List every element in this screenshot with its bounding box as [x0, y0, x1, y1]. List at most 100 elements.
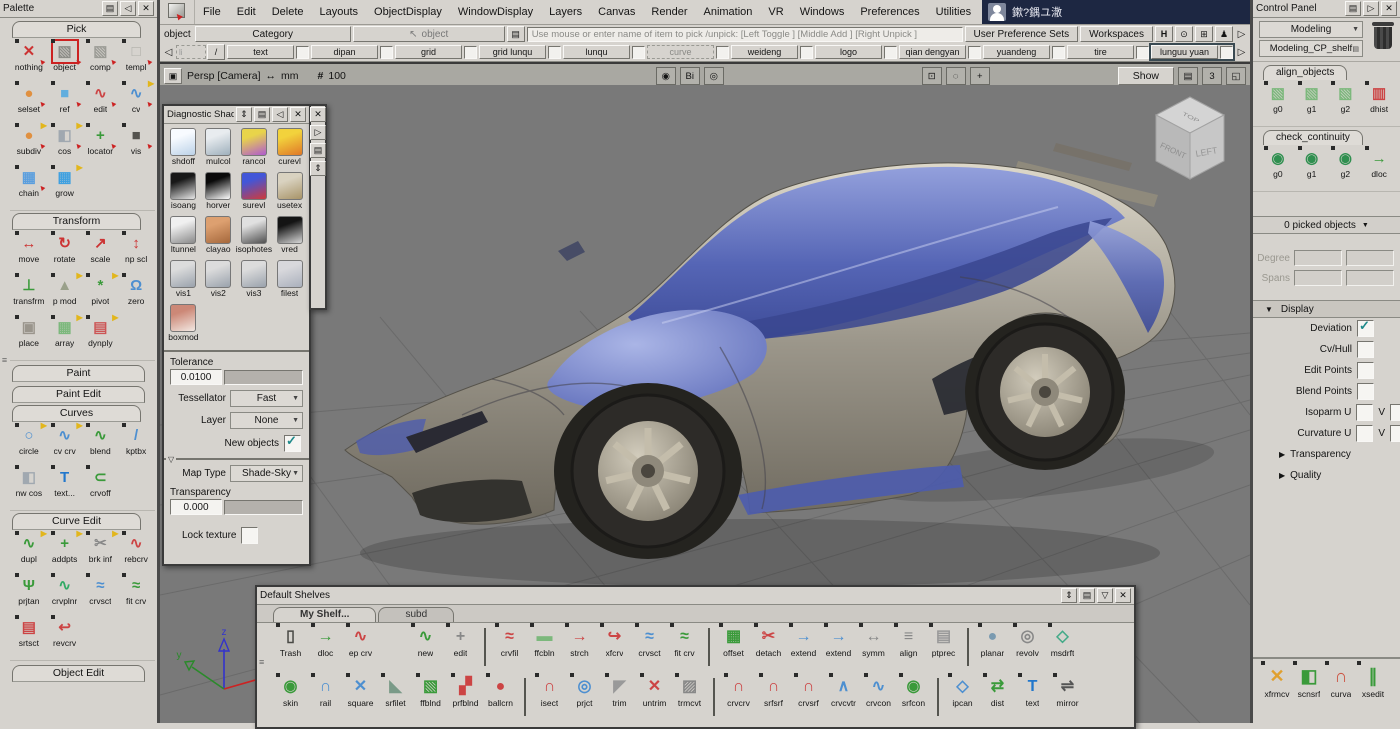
- text-item[interactable]: Ttext...: [47, 467, 83, 508]
- subdiv-item[interactable]: ●▲▶subdiv: [11, 125, 47, 166]
- spans-v-field[interactable]: [1346, 270, 1394, 286]
- shelf-tab-my-shelf[interactable]: My Shelf...: [273, 607, 376, 622]
- degree-v-field[interactable]: [1346, 250, 1394, 266]
- move-item[interactable]: ↔move: [11, 233, 47, 274]
- shelves-titlebar[interactable]: Default Shelves ⇕ ▤ ▽ ✕: [257, 587, 1134, 605]
- grow-item[interactable]: ▦▶grow: [47, 167, 83, 208]
- layer-visibility-checkbox[interactable]: [1052, 46, 1065, 59]
- menu-file[interactable]: File: [195, 2, 229, 22]
- skin-item[interactable]: ◉skin: [273, 675, 308, 719]
- layer-visibility-checkbox[interactable]: [884, 46, 897, 59]
- layer-visibility-checkbox[interactable]: [800, 46, 813, 59]
- resize-icon[interactable]: ⇕: [236, 107, 252, 122]
- menu-utilities[interactable]: Utilities: [928, 2, 979, 22]
- srfilet-item[interactable]: ◣srfilet: [378, 675, 413, 719]
- ipcan-item[interactable]: ◇ipcan: [945, 675, 980, 719]
- layer-lunqu[interactable]: lunqu: [562, 44, 646, 60]
- cp-shelf-dropdown[interactable]: Modeling_CP_shelf ▤: [1259, 40, 1363, 57]
- palette-tab-paint-edit[interactable]: Paint Edit: [12, 386, 145, 403]
- crvsrf-item[interactable]: ∩crvsrf: [791, 675, 826, 719]
- symm-item[interactable]: ↔symm: [856, 625, 891, 669]
- shelf-tab-subd[interactable]: subd: [378, 607, 454, 622]
- menu-icon[interactable]: ▤: [1345, 1, 1361, 16]
- detach-item[interactable]: ✂detach: [751, 625, 786, 669]
- palette-tab-pick[interactable]: Pick: [12, 21, 141, 38]
- ref-item[interactable]: ■▲ref: [47, 83, 83, 124]
- crvsct-item[interactable]: ≈crvsct: [83, 575, 119, 616]
- place-item[interactable]: ▣place: [11, 317, 47, 358]
- vis1-item[interactable]: vis1: [166, 260, 201, 302]
- clayao-item[interactable]: clayao: [201, 216, 236, 258]
- g2-item[interactable]: ▧g2: [1329, 83, 1363, 124]
- crvfil-item[interactable]: ≈crvfil: [492, 625, 527, 669]
- chain-item[interactable]: ▦▲chain: [11, 167, 47, 208]
- menu-canvas[interactable]: Canvas: [590, 2, 643, 22]
- close-icon[interactable]: ✕: [310, 107, 326, 122]
- viewport-window-icon[interactable]: ▣: [164, 68, 182, 84]
- transparency-slider[interactable]: [224, 500, 303, 515]
- scnsrf-item[interactable]: ◧scnsrf: [1295, 663, 1323, 704]
- layer-tire[interactable]: tire: [1066, 44, 1150, 60]
- degree-u-field[interactable]: [1294, 250, 1342, 266]
- transfrm-item[interactable]: ⊥transfrm: [11, 275, 47, 316]
- prjtan-item[interactable]: Ψprjtan: [11, 575, 47, 616]
- menu-delete[interactable]: Delete: [264, 2, 312, 22]
- crvoff-item[interactable]: ⊂crvoff: [83, 467, 119, 508]
- array-item[interactable]: ▦▶array: [47, 317, 83, 358]
- diagnostic-shade-titlebar[interactable]: Diagnostic Shade ⇕ ▤ ◁ ✕: [164, 106, 309, 124]
- rancol-item[interactable]: rancol: [236, 128, 272, 170]
- shdoff-item[interactable]: shdoff: [166, 128, 201, 170]
- layer-grid-lunqu[interactable]: grid lunqu: [478, 44, 562, 60]
- strch-item[interactable]: →strch: [562, 625, 597, 669]
- pan-icon[interactable]: +: [970, 67, 990, 85]
- cp-mode-dropdown[interactable]: Modeling ▼: [1259, 21, 1363, 38]
- vred-item[interactable]: vred: [272, 216, 307, 258]
- curva-item[interactable]: ∩curva: [1327, 663, 1355, 704]
- xfcrv-item[interactable]: ↪xfcrv: [597, 625, 632, 669]
- selset-item[interactable]: ●▲selset: [11, 83, 47, 124]
- edit-item[interactable]: ∿▲edit: [83, 83, 119, 124]
- cv-item[interactable]: ∿▲▶cv: [118, 83, 154, 124]
- layer-grid[interactable]: grid: [394, 44, 478, 60]
- square-item[interactable]: ✕square: [343, 675, 378, 719]
- prfblnd-item[interactable]: ▞prfblnd: [448, 675, 483, 719]
- menu-render[interactable]: Render: [643, 2, 695, 22]
- vis3-item[interactable]: vis3: [236, 260, 272, 302]
- edit-points-checkbox[interactable]: [1357, 362, 1374, 379]
- show-button[interactable]: Show: [1118, 67, 1174, 85]
- collapse-down-icon[interactable]: ▽: [1097, 588, 1113, 603]
- curevl-item[interactable]: curevl: [272, 128, 307, 170]
- layer-logo[interactable]: logo: [814, 44, 898, 60]
- brk-inf-item[interactable]: ✂▶brk inf: [83, 533, 119, 574]
- history-icon[interactable]: ⊙: [1175, 26, 1193, 42]
- close-icon[interactable]: ✕: [1115, 588, 1131, 603]
- text-item[interactable]: Ttext: [1015, 675, 1050, 719]
- pick-prompt-field[interactable]: Use mouse or enter name of item to pick …: [527, 27, 963, 42]
- zoom-box-icon[interactable]: ⊡: [922, 67, 942, 85]
- new-objects-checkbox[interactable]: [284, 435, 301, 452]
- layer-visibility-checkbox[interactable]: [1220, 46, 1233, 59]
- render-view-icon[interactable]: ◉: [656, 67, 676, 85]
- menu-icon[interactable]: ▤: [1079, 588, 1095, 603]
- layer-curve[interactable]: curve: [646, 44, 730, 60]
- cv-crv-item[interactable]: ∿▶cv crv: [47, 425, 83, 466]
- new-item[interactable]: ∿new: [408, 625, 443, 669]
- extend-item[interactable]: →extend: [786, 625, 821, 669]
- layer-visibility-checkbox[interactable]: [1136, 46, 1149, 59]
- ep-crv-item[interactable]: ∿ep crv: [343, 625, 378, 669]
- object-item[interactable]: ▧▲object: [47, 41, 83, 82]
- mulcol-item[interactable]: mulcol: [201, 128, 236, 170]
- layer-lunguu-yuan[interactable]: lunguu yuan: [1150, 44, 1234, 60]
- srfsrf-item[interactable]: ∩srfsrf: [756, 675, 791, 719]
- lock-texture-checkbox[interactable]: [241, 527, 258, 544]
- map-type-dropdown[interactable]: Shade-Sky ▼: [230, 465, 303, 482]
- ballcrn-item[interactable]: ●ballcrn: [483, 675, 518, 719]
- layer-visibility-checkbox[interactable]: [296, 46, 309, 59]
- ffblnd-item[interactable]: ▧ffblnd: [413, 675, 448, 719]
- blend-points-checkbox[interactable]: [1357, 383, 1374, 400]
- resize-icon[interactable]: ⇕: [310, 161, 326, 176]
- resize-icon[interactable]: ⇕: [1061, 588, 1077, 603]
- palette-tab-transform[interactable]: Transform: [12, 213, 141, 230]
- transparency-field[interactable]: 0.000: [170, 499, 222, 515]
- scale-item[interactable]: ↗scale: [83, 233, 119, 274]
